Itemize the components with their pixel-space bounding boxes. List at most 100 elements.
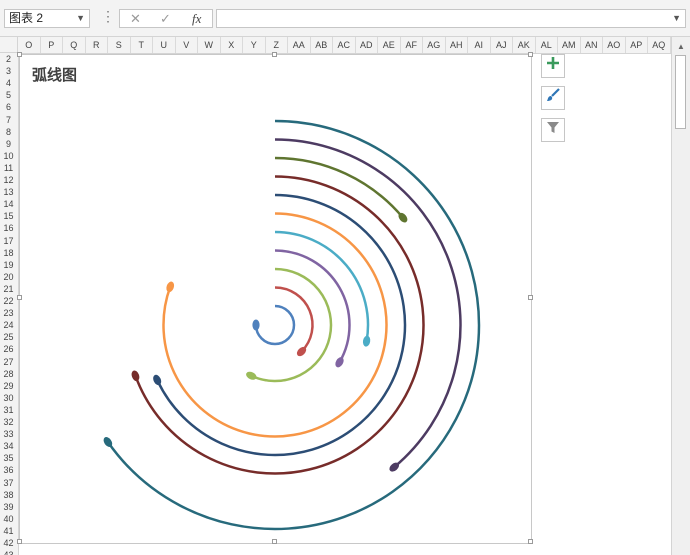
row-header[interactable]: 33 [0,428,17,440]
row-header[interactable]: 3 [0,65,17,77]
row-header[interactable]: 5 [0,89,17,101]
column-header[interactable]: AP [626,37,648,53]
row-header[interactable]: 39 [0,501,17,513]
row-header[interactable]: 9 [0,138,17,150]
name-box[interactable]: 图表 2 ▼ [4,9,90,28]
column-header[interactable]: P [41,37,63,53]
insert-function-button[interactable]: fx [192,11,201,27]
row-header[interactable]: 29 [0,380,17,392]
row-header[interactable]: 14 [0,198,17,210]
row-header[interactable]: 27 [0,356,17,368]
column-header[interactable]: AJ [491,37,513,53]
scroll-up-icon[interactable]: ▲ [677,42,685,51]
chart-styles-button[interactable] [541,86,565,110]
row-header[interactable]: 25 [0,331,17,343]
row-header[interactable]: 36 [0,464,17,476]
more-options-icon[interactable]: ⋮ [101,8,115,25]
row-header[interactable]: 21 [0,283,17,295]
resize-handle-right[interactable] [528,295,533,300]
row-header[interactable]: 43 [0,549,17,555]
row-header[interactable]: 24 [0,319,17,331]
row-header[interactable]: 2 [0,53,17,65]
resize-handle-top-left[interactable] [17,52,22,57]
chart-area[interactable]: 弧线图 [17,52,533,544]
row-header[interactable]: 18 [0,247,17,259]
column-header[interactable]: AC [333,37,356,53]
resize-handle-top-right[interactable] [528,52,533,57]
resize-handle-bottom-left[interactable] [17,539,22,544]
arc-series-9[interactable] [274,156,404,219]
row-header[interactable]: 31 [0,404,17,416]
scrollbar-thumb[interactable] [675,55,686,129]
row-header[interactable]: 30 [0,392,17,404]
column-header[interactable]: Q [63,37,86,53]
row-header[interactable]: 7 [0,114,17,126]
column-header[interactable]: AO [603,37,626,53]
row-header[interactable]: 10 [0,150,17,162]
chevron-down-icon[interactable]: ▼ [76,10,85,27]
column-header[interactable]: Z [266,37,288,53]
row-header[interactable]: 40 [0,513,17,525]
row-header[interactable]: 28 [0,368,17,380]
add-chart-element-button[interactable] [541,54,565,78]
column-header[interactable]: V [176,37,198,53]
row-header[interactable]: 34 [0,440,17,452]
row-header[interactable]: 4 [0,77,17,89]
row-header[interactable]: 19 [0,259,17,271]
arc-end-marker-7[interactable] [152,373,163,386]
arc-end-marker-8[interactable] [130,369,141,382]
row-header[interactable]: 22 [0,295,17,307]
select-all-corner[interactable] [0,37,18,53]
column-header[interactable]: T [131,37,153,53]
row-header[interactable]: 17 [0,235,17,247]
row-header[interactable]: 42 [0,537,17,549]
arc-series-6[interactable] [162,212,388,438]
row-header[interactable]: 23 [0,307,17,319]
arc-series-1[interactable] [254,304,296,346]
row-header[interactable]: 8 [0,126,17,138]
arc-series-3[interactable] [250,267,333,383]
column-header[interactable]: AH [446,37,468,53]
enter-icon[interactable]: ✓ [160,11,171,27]
column-header[interactable]: W [198,37,221,53]
chart-filters-button[interactable] [541,118,565,142]
row-header[interactable]: 13 [0,186,17,198]
row-header[interactable]: 35 [0,452,17,464]
row-header[interactable]: 41 [0,525,17,537]
arc-end-marker-6[interactable] [165,280,176,293]
row-header[interactable]: 26 [0,343,17,355]
expand-formula-icon[interactable]: ▼ [672,13,681,23]
formula-input[interactable]: ▼ [216,9,686,28]
arc-end-marker-4[interactable] [334,356,346,369]
resize-handle-bottom[interactable] [272,539,277,544]
resize-handle-left[interactable] [17,295,22,300]
arc-series-10[interactable] [274,138,462,469]
row-header[interactable]: 38 [0,489,17,501]
arc-end-marker-3[interactable] [245,370,258,381]
column-header[interactable]: AQ [648,37,671,53]
column-header[interactable]: AE [378,37,401,53]
row-header[interactable]: 12 [0,174,17,186]
column-header[interactable]: R [86,37,108,53]
row-header[interactable]: 11 [0,162,17,174]
column-header[interactable]: AG [423,37,446,53]
column-header[interactable]: AA [288,37,311,53]
row-header[interactable]: 32 [0,416,17,428]
row-header[interactable]: 20 [0,271,17,283]
arc-end-marker-1[interactable] [252,319,260,331]
row-header[interactable]: 16 [0,222,17,234]
column-header[interactable]: X [221,37,243,53]
row-header[interactable]: 15 [0,210,17,222]
column-header[interactable]: AD [356,37,378,53]
vertical-scrollbar[interactable]: ▲ [671,37,690,555]
resize-handle-top[interactable] [272,52,277,57]
column-header[interactable]: AI [468,37,491,53]
column-header[interactable]: AF [401,37,423,53]
column-header[interactable]: AB [311,37,333,53]
cancel-icon[interactable]: ✕ [130,11,141,27]
arc-series-5[interactable] [274,230,370,342]
row-header[interactable]: 6 [0,101,17,113]
column-header[interactable]: S [108,37,131,53]
column-header[interactable]: AN [581,37,603,53]
arc-series-8[interactable] [134,175,425,475]
